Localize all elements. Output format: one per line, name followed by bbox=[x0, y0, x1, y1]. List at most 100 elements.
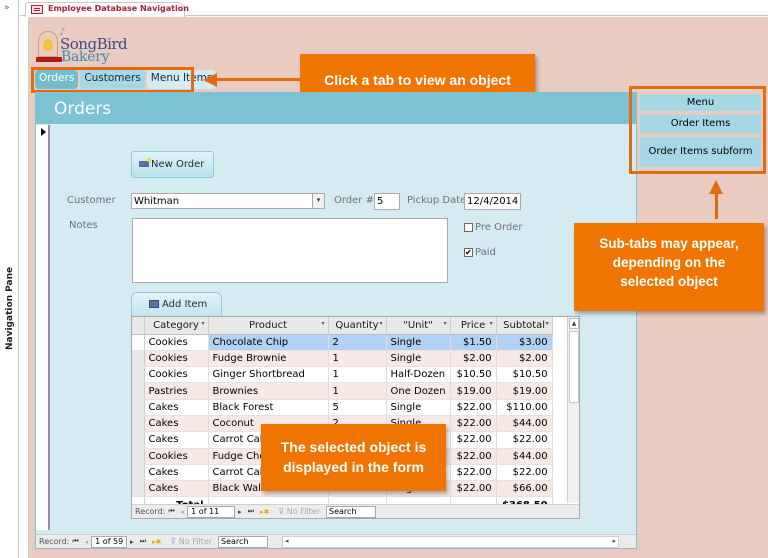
notes-textarea[interactable] bbox=[132, 218, 448, 283]
record-selector[interactable] bbox=[36, 125, 50, 530]
cell-product[interactable]: Brownies bbox=[208, 382, 329, 400]
cell-product[interactable]: Ginger Shortbread bbox=[208, 366, 329, 384]
cell-category[interactable]: Cakes bbox=[144, 415, 209, 433]
cell-price[interactable]: $22.00 bbox=[450, 415, 497, 433]
cell-price[interactable]: $22.00 bbox=[450, 399, 497, 416]
cell-price[interactable]: $22.00 bbox=[450, 448, 497, 465]
column-header-quantity[interactable]: Quantity ▾ bbox=[328, 317, 387, 335]
paid-checkbox[interactable]: ✔ bbox=[464, 248, 473, 257]
first-record-icon[interactable]: ⏮ bbox=[72, 537, 78, 546]
table-row[interactable]: Cakes Black Forest 5 Single $22.00 $110.00 bbox=[132, 399, 576, 416]
cell-subtotal[interactable]: $44.00 bbox=[496, 415, 553, 433]
scroll-left-icon[interactable]: ◂ bbox=[285, 537, 289, 545]
cell-subtotal[interactable]: $44.00 bbox=[496, 448, 553, 465]
cell-category[interactable]: Cakes bbox=[144, 431, 209, 449]
column-header-product[interactable]: Product ▾ bbox=[208, 317, 329, 335]
cell-category[interactable]: Cookies bbox=[144, 350, 209, 368]
cell-price[interactable]: $19.00 bbox=[450, 382, 497, 400]
no-filter-button[interactable]: ⊽ No Filter bbox=[170, 537, 212, 546]
cell-product[interactable]: Black Forest bbox=[208, 399, 329, 416]
row-selector[interactable] bbox=[132, 382, 145, 400]
cell-quantity[interactable]: 1 bbox=[328, 382, 387, 400]
cell-subtotal[interactable]: $19.00 bbox=[496, 382, 553, 400]
scroll-thumb[interactable] bbox=[569, 331, 579, 403]
next-record-icon[interactable]: ▸ bbox=[130, 538, 134, 546]
subform-vertical-scrollbar[interactable]: ▲ bbox=[567, 317, 579, 503]
new-record-icon[interactable]: ▸✱ bbox=[260, 508, 269, 516]
previous-record-icon[interactable]: ◂ bbox=[85, 538, 89, 546]
subform-search-field[interactable]: Search bbox=[326, 505, 377, 518]
column-header-price[interactable]: Price ▾ bbox=[450, 317, 497, 335]
current-record-field[interactable]: 1 of 11 bbox=[187, 505, 236, 518]
add-item-button[interactable]: Add Item bbox=[131, 292, 222, 317]
cell-subtotal[interactable]: $2.00 bbox=[496, 350, 553, 368]
cell-subtotal[interactable]: $110.00 bbox=[496, 399, 553, 416]
document-tab[interactable]: Employee Database Navigation bbox=[25, 2, 189, 17]
row-selector[interactable] bbox=[132, 464, 145, 482]
cell-unit[interactable]: Single bbox=[386, 399, 451, 416]
chevron-down-icon[interactable]: ▾ bbox=[312, 194, 324, 208]
table-row[interactable]: Cookies Chocolate Chip 2 Single $1.50 $3.00 bbox=[132, 334, 576, 351]
main-search-field[interactable]: Search bbox=[218, 535, 269, 548]
navigation-pane[interactable]: » Navigation Pane bbox=[0, 0, 19, 558]
navigation-pane-label[interactable]: Navigation Pane bbox=[5, 267, 15, 350]
horizontal-scrollbar[interactable]: ◂ ▸ bbox=[282, 535, 620, 548]
cell-price[interactable]: $10.50 bbox=[450, 366, 497, 384]
next-record-icon[interactable]: ▸ bbox=[238, 508, 242, 516]
cell-unit[interactable]: One Dozen bbox=[386, 382, 451, 400]
row-selector[interactable] bbox=[132, 431, 145, 449]
last-record-icon[interactable]: ⏭ bbox=[140, 537, 146, 546]
scroll-up-icon[interactable]: ▲ bbox=[569, 318, 579, 329]
column-header-unit[interactable]: "Unit" ▾ bbox=[386, 317, 451, 335]
cell-product[interactable]: Chocolate Chip bbox=[208, 334, 329, 351]
table-row[interactable]: Cookies Ginger Shortbread 1 Half-Dozen $10.5… bbox=[132, 366, 576, 384]
cell-category[interactable]: Cakes bbox=[144, 399, 209, 416]
expand-nav-pane-icon[interactable]: » bbox=[4, 3, 10, 13]
cell-subtotal[interactable]: $3.00 bbox=[496, 334, 553, 351]
cell-quantity[interactable]: 5 bbox=[328, 399, 387, 416]
cell-category[interactable]: Cakes bbox=[144, 480, 209, 498]
cell-category[interactable]: Cookies bbox=[144, 448, 209, 465]
cell-subtotal[interactable]: $22.00 bbox=[496, 464, 553, 482]
scroll-right-icon[interactable]: ▸ bbox=[613, 537, 617, 545]
cell-quantity[interactable]: 1 bbox=[328, 366, 387, 384]
new-order-button[interactable]: New Order bbox=[131, 151, 214, 178]
pre-order-checkbox[interactable] bbox=[464, 223, 473, 232]
cell-subtotal[interactable]: $22.00 bbox=[496, 431, 553, 449]
cell-unit[interactable]: Single bbox=[386, 350, 451, 368]
column-header-subtotal[interactable]: Subtotal ▾ bbox=[496, 317, 553, 335]
cell-category[interactable]: Cakes bbox=[144, 464, 209, 482]
cell-price[interactable]: $22.00 bbox=[450, 480, 497, 498]
select-all-corner[interactable] bbox=[132, 317, 145, 335]
cell-category[interactable]: Pastries bbox=[144, 382, 209, 400]
order-number-field[interactable]: 5 bbox=[374, 193, 400, 210]
cell-category[interactable]: Cookies bbox=[144, 366, 209, 384]
cell-price[interactable]: $22.00 bbox=[450, 464, 497, 482]
row-selector[interactable] bbox=[132, 448, 145, 465]
main-current-record-field[interactable]: 1 of 59 bbox=[91, 535, 128, 548]
cell-price[interactable]: $2.00 bbox=[450, 350, 497, 368]
cell-price[interactable]: $22.00 bbox=[450, 431, 497, 449]
cell-price[interactable]: $1.50 bbox=[450, 334, 497, 351]
column-header-category[interactable]: Category ▾ bbox=[144, 317, 209, 335]
last-record-icon[interactable]: ⏭ bbox=[248, 507, 254, 516]
row-selector[interactable] bbox=[132, 480, 145, 498]
cell-product[interactable]: Fudge Brownie bbox=[208, 350, 329, 368]
row-selector[interactable] bbox=[132, 415, 145, 433]
cell-unit[interactable]: Half-Dozen bbox=[386, 366, 451, 384]
cell-category[interactable]: Cookies bbox=[144, 334, 209, 351]
cell-quantity[interactable]: 1 bbox=[328, 350, 387, 368]
customer-combobox[interactable]: Whitman ▾ bbox=[131, 193, 325, 209]
pickup-date-field[interactable]: 12/4/2014 bbox=[464, 193, 521, 210]
first-record-icon[interactable]: ⏮ bbox=[168, 507, 174, 516]
previous-record-icon[interactable]: ◂ bbox=[181, 508, 185, 516]
new-record-icon[interactable]: ▸✱ bbox=[152, 538, 161, 546]
cell-unit[interactable]: Single bbox=[386, 334, 451, 351]
row-selector[interactable] bbox=[132, 399, 145, 416]
cell-quantity[interactable]: 2 bbox=[328, 334, 387, 351]
row-selector[interactable] bbox=[132, 350, 145, 368]
table-row[interactable]: Pastries Brownies 1 One Dozen $19.00 $19.00 bbox=[132, 382, 576, 400]
table-row[interactable]: Cookies Fudge Brownie 1 Single $2.00 $2.00 bbox=[132, 350, 576, 368]
no-filter-button[interactable]: ⊽ No Filter bbox=[278, 507, 320, 516]
row-selector[interactable] bbox=[132, 366, 145, 384]
